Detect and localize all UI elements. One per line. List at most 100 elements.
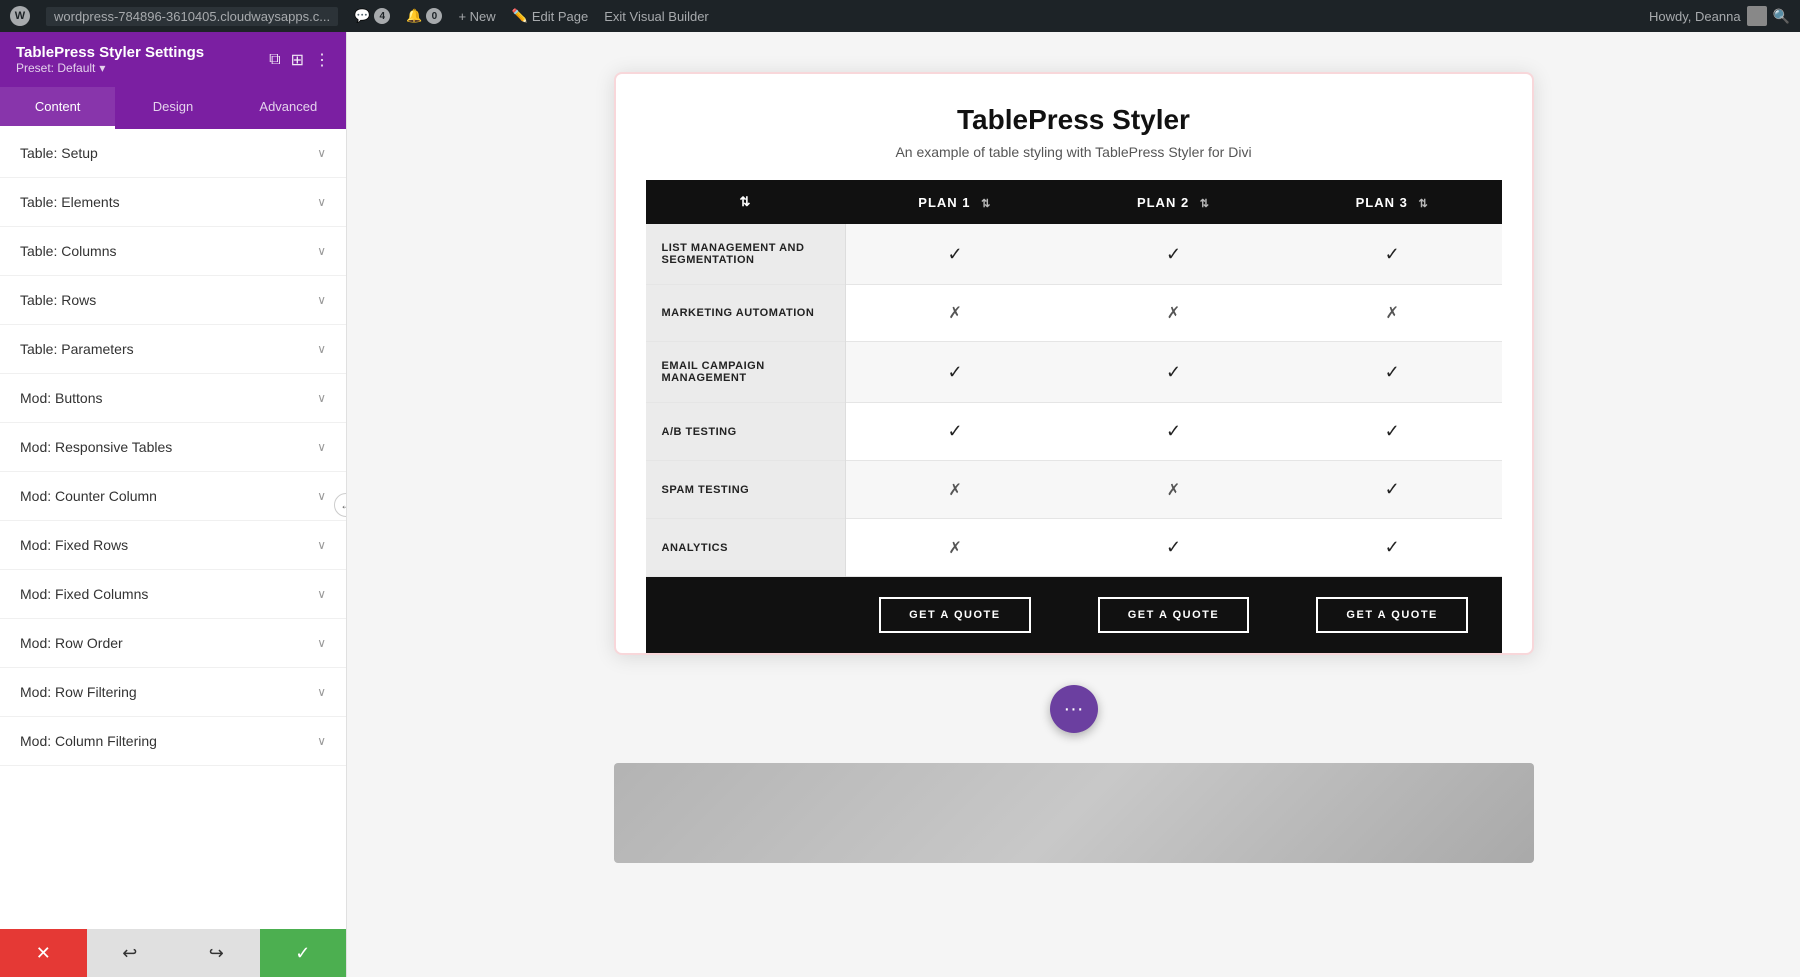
sidebar-item-mod-buttons[interactable]: Mod: Buttons ∨: [0, 374, 346, 423]
table-row: A/B TESTING ✓ ✓ ✓: [646, 403, 1502, 461]
check-icon: ✓: [1166, 362, 1181, 382]
tab-content[interactable]: Content: [0, 87, 115, 129]
comments-icon: 💬: [354, 8, 370, 24]
plan2-cell: ✓: [1064, 519, 1283, 577]
sidebar-item-table-parameters[interactable]: Table: Parameters ∨: [0, 325, 346, 374]
table-title: TablePress Styler: [646, 104, 1502, 136]
sidebar-item-mod-row-order[interactable]: Mod: Row Order ∨: [0, 619, 346, 668]
sidebar-title: TablePress Styler Settings: [16, 44, 204, 61]
tab-design[interactable]: Design: [115, 87, 230, 129]
get-quote-plan1-button[interactable]: GET A QUOTE: [879, 597, 1030, 633]
cancel-button[interactable]: ✕: [0, 929, 87, 977]
check-icon: ✓: [1385, 537, 1400, 557]
avatar: [1747, 6, 1767, 26]
feature-label: SPAM TESTING: [646, 461, 846, 519]
plan1-cell: ✓: [846, 342, 1065, 403]
table-header-plan2[interactable]: PLAN 2 ⇅: [1064, 180, 1283, 224]
cross-icon: ✗: [948, 482, 961, 499]
chevron-down-icon: ∨: [317, 146, 326, 160]
wp-admin-bar: W wordpress-784896-3610405.cloudwaysapps…: [0, 0, 1800, 32]
feature-label: ANALYTICS: [646, 519, 846, 577]
cross-icon: ✗: [1167, 482, 1180, 499]
chevron-down-icon: ∨: [317, 244, 326, 258]
table-row: ANALYTICS ✗ ✓ ✓: [646, 519, 1502, 577]
chevron-down-icon: ∨: [317, 293, 326, 307]
sidebar-item-table-rows[interactable]: Table: Rows ∨: [0, 276, 346, 325]
table-card-inner: TablePress Styler An example of table st…: [616, 74, 1532, 653]
plan3-cell: ✗: [1283, 285, 1502, 342]
plan1-cell: ✗: [846, 285, 1065, 342]
more-icon[interactable]: ⋮: [314, 50, 330, 70]
get-quote-plan2-button[interactable]: GET A QUOTE: [1098, 597, 1249, 633]
table-row: MARKETING AUTOMATION ✗ ✗ ✗: [646, 285, 1502, 342]
cross-icon: ✗: [1167, 305, 1180, 322]
plan1-cell: ✓: [846, 403, 1065, 461]
comments-bar-item[interactable]: 💬 4: [354, 8, 390, 24]
check-icon: ✓: [948, 421, 963, 441]
exit-builder-button[interactable]: Exit Visual Builder: [604, 9, 709, 24]
table-subtitle: An example of table styling with TablePr…: [646, 144, 1502, 160]
sidebar-item-mod-column-filtering[interactable]: Mod: Column Filtering ∨: [0, 717, 346, 766]
dots-icon: ···: [1064, 698, 1084, 721]
chevron-down-icon: ∨: [317, 636, 326, 650]
chevron-down-icon: ∨: [317, 538, 326, 552]
chevron-down-icon: ∨: [317, 342, 326, 356]
edit-page-button[interactable]: ✏️ Edit Page: [512, 8, 589, 24]
howdy-label: Howdy, Deanna 🔍: [1649, 6, 1790, 26]
sort-icon: ⇅: [1418, 197, 1428, 210]
plan2-cell: ✗: [1064, 285, 1283, 342]
check-icon: ✓: [948, 362, 963, 382]
table-header-plan1[interactable]: PLAN 1 ⇅: [846, 180, 1065, 224]
check-icon: ✓: [1385, 362, 1400, 382]
sidebar-item-mod-row-filtering[interactable]: Mod: Row Filtering ∨: [0, 668, 346, 717]
sidebar-item-table-columns[interactable]: Table: Columns ∨: [0, 227, 346, 276]
sidebar-item-mod-fixed-rows[interactable]: Mod: Fixed Rows ∨: [0, 521, 346, 570]
sidebar: TablePress Styler Settings Preset: Defau…: [0, 32, 347, 977]
check-icon: ✓: [1166, 244, 1181, 264]
redo-button[interactable]: ↪: [173, 929, 260, 977]
tab-advanced[interactable]: Advanced: [231, 87, 346, 129]
sidebar-item-table-setup[interactable]: Table: Setup ∨: [0, 129, 346, 178]
plan3-cell: ✓: [1283, 403, 1502, 461]
table-header-plan3[interactable]: PLAN 3 ⇅: [1283, 180, 1502, 224]
grid-icon[interactable]: ⊞: [291, 50, 304, 70]
wp-logo-icon[interactable]: W: [10, 6, 30, 26]
table-card: TablePress Styler An example of table st…: [614, 72, 1534, 655]
chevron-down-icon: ∨: [317, 391, 326, 405]
check-icon: ✓: [1166, 421, 1181, 441]
copy-icon[interactable]: ⧉: [269, 51, 280, 69]
sidebar-preset[interactable]: Preset: Default ▾: [16, 61, 204, 75]
sidebar-item-table-elements[interactable]: Table: Elements ∨: [0, 178, 346, 227]
feature-label: MARKETING AUTOMATION: [646, 285, 846, 342]
get-quote-plan3-button[interactable]: GET A QUOTE: [1316, 597, 1467, 633]
chevron-down-icon: ∨: [317, 195, 326, 209]
save-button[interactable]: ✓: [260, 929, 347, 977]
sidebar-item-mod-counter[interactable]: Mod: Counter Column ∨: [0, 472, 346, 521]
chevron-down-icon: ∨: [317, 734, 326, 748]
floating-action-button[interactable]: ···: [1050, 685, 1098, 733]
table-header-feature[interactable]: ⇅: [646, 180, 846, 224]
table-footer-row: GET A QUOTE GET A QUOTE GET A QUOTE: [646, 577, 1502, 654]
site-url[interactable]: wordpress-784896-3610405.cloudwaysapps.c…: [46, 7, 338, 26]
plan2-cell: ✓: [1064, 224, 1283, 285]
undo-icon: ↩: [122, 943, 137, 964]
plan3-cell: ✓: [1283, 342, 1502, 403]
footer-plan1-cell: GET A QUOTE: [846, 577, 1065, 654]
check-icon: ✓: [948, 244, 963, 264]
chevron-down-icon: ∨: [317, 587, 326, 601]
comments-count: 4: [374, 8, 390, 24]
sidebar-item-mod-responsive[interactable]: Mod: Responsive Tables ∨: [0, 423, 346, 472]
feature-label: EMAIL CAMPAIGN MANAGEMENT: [646, 342, 846, 403]
check-icon: ✓: [1385, 479, 1400, 499]
chevron-down-icon: ▾: [99, 61, 105, 75]
check-icon: ✓: [1385, 421, 1400, 441]
new-button[interactable]: + New: [458, 9, 495, 24]
edit-icon: ✏️: [512, 8, 528, 24]
plan3-cell: ✓: [1283, 519, 1502, 577]
undo-button[interactable]: ↩: [87, 929, 174, 977]
notifications-bar-item[interactable]: 🔔 0: [406, 8, 442, 24]
search-icon[interactable]: 🔍: [1773, 8, 1790, 25]
chevron-down-icon: ∨: [317, 440, 326, 454]
sidebar-item-mod-fixed-columns[interactable]: Mod: Fixed Columns ∨: [0, 570, 346, 619]
check-icon: ✓: [1166, 537, 1181, 557]
